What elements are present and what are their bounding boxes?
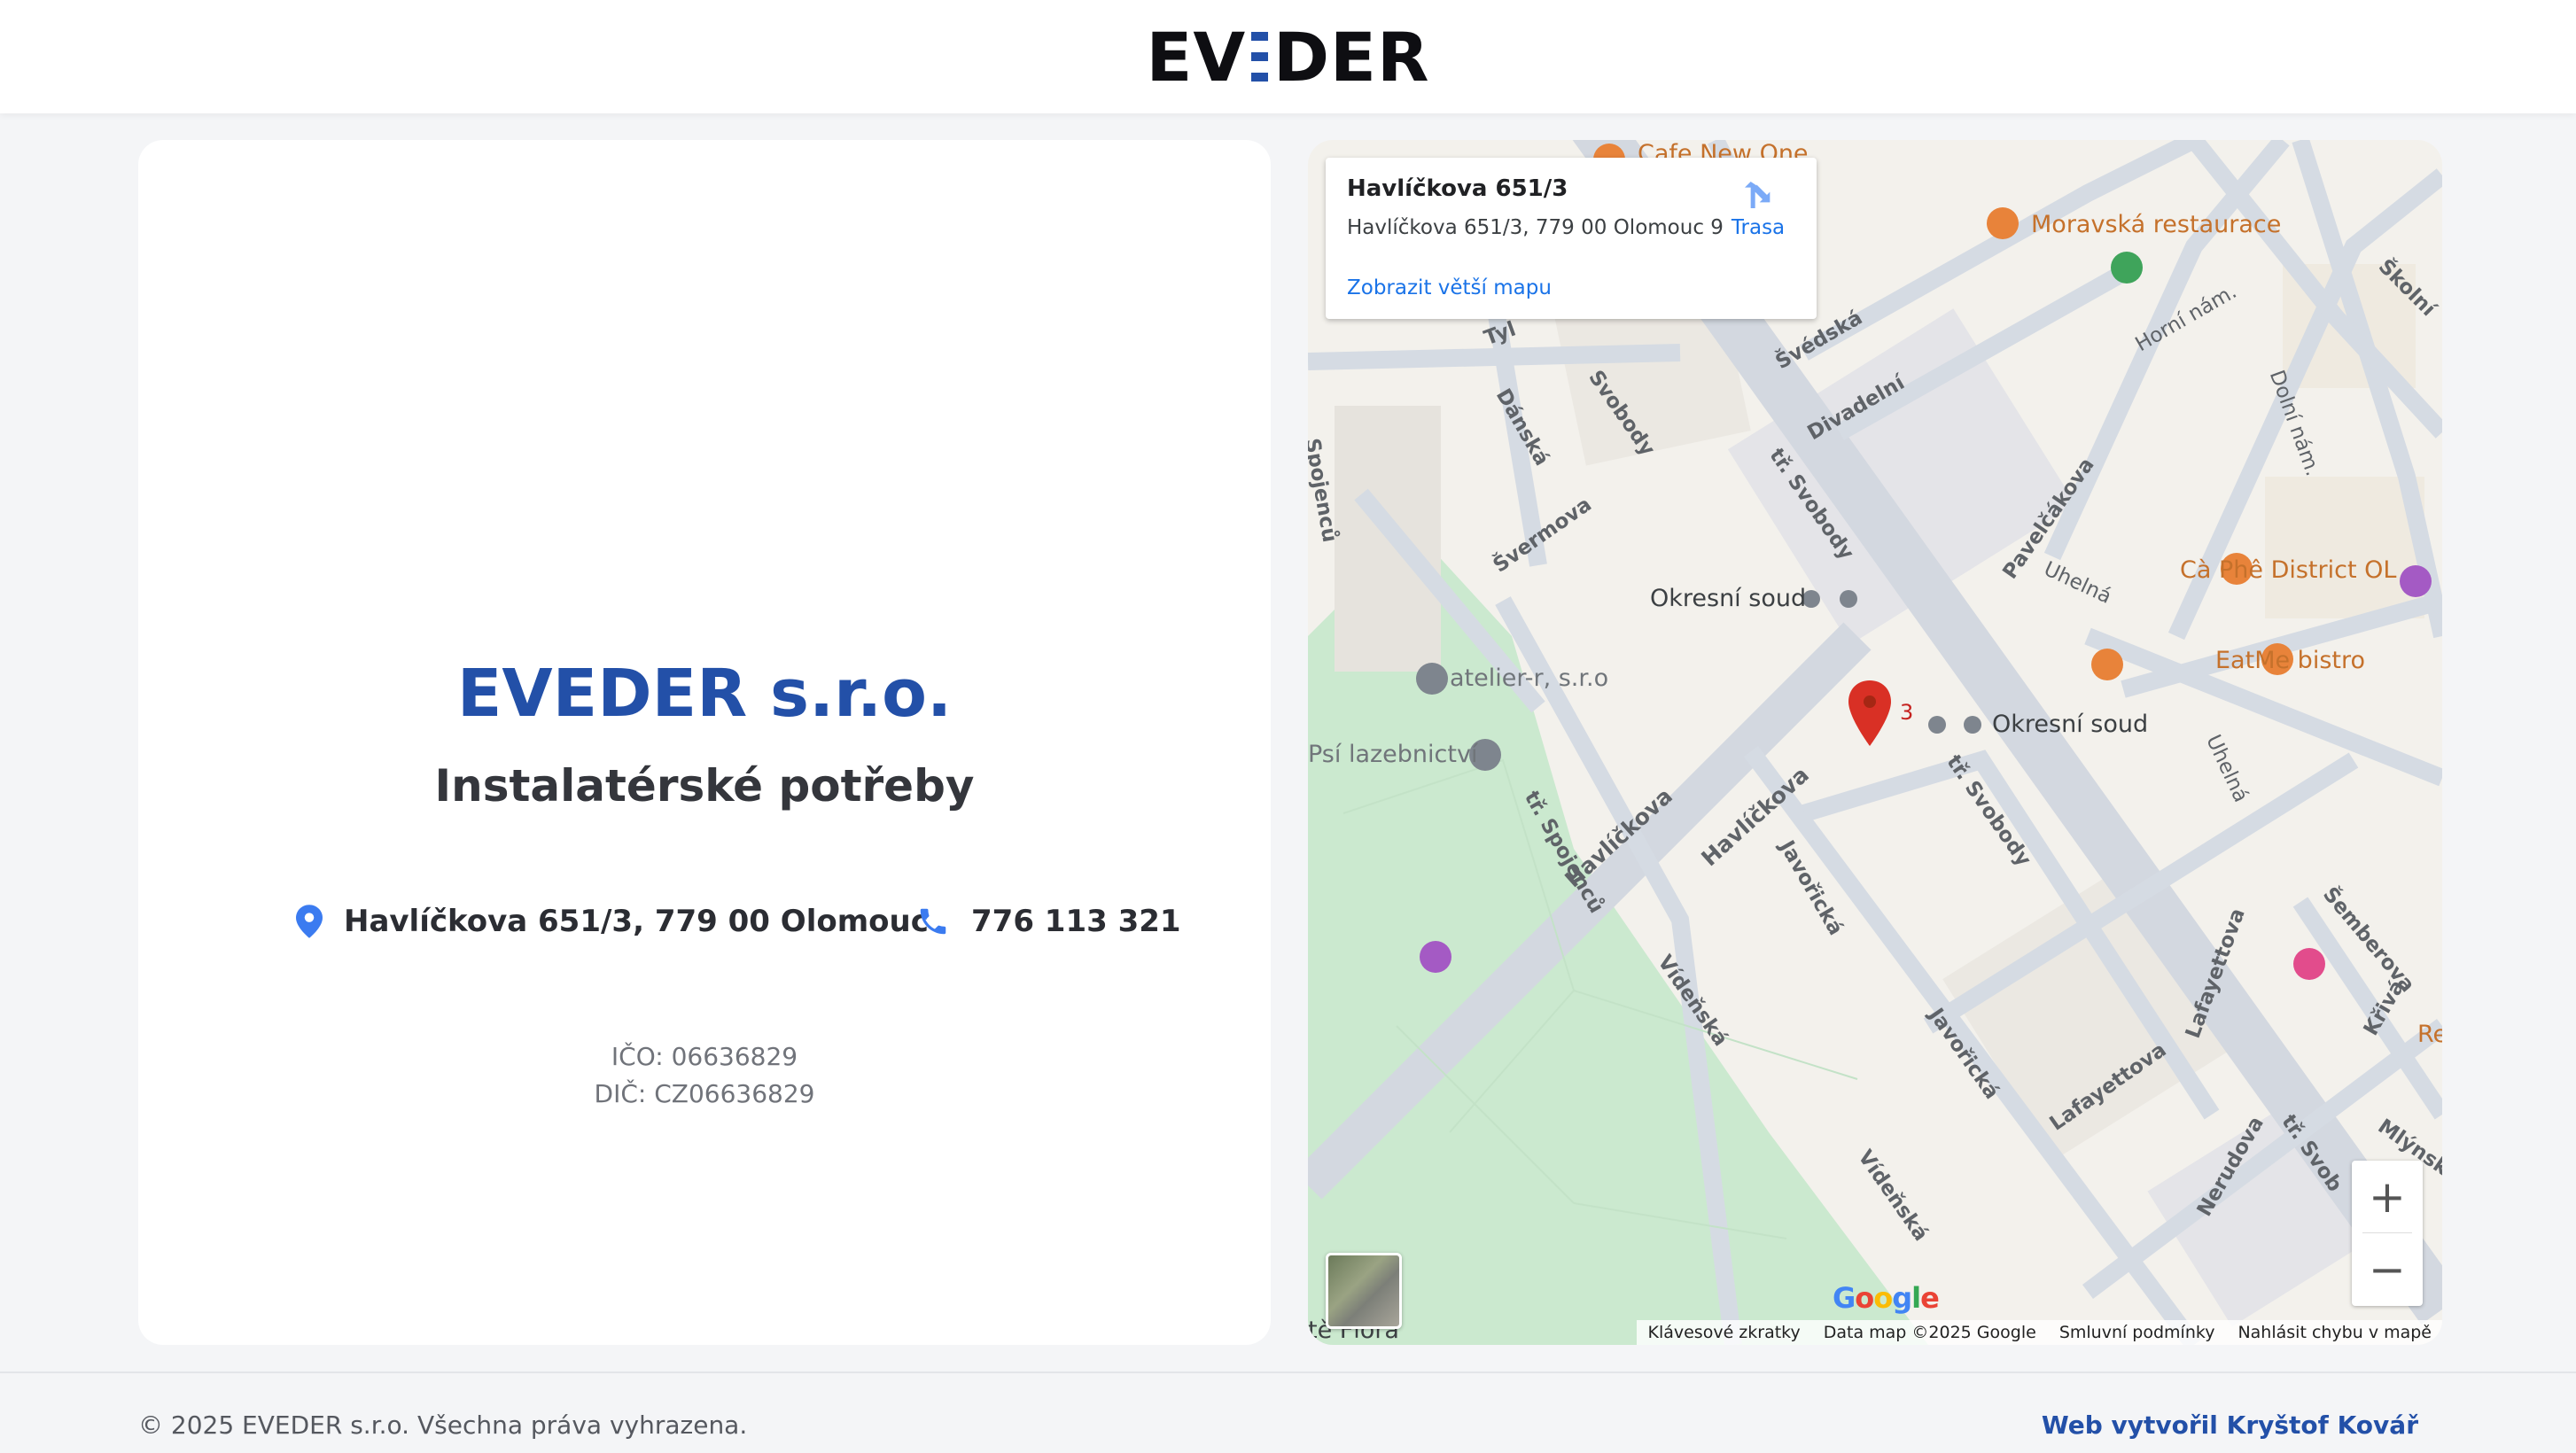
satellite-toggle-button[interactable]: [1326, 1253, 1402, 1329]
company-ids: IČO: 06636829 DIČ: CZ06636829: [138, 1038, 1271, 1113]
poi-label[interactable]: Moravská restaurace: [2031, 211, 2281, 238]
marker-label: 3: [1900, 700, 1914, 725]
company-info-card: EVEDER s.r.o. Instalatérské potřeby Havl…: [138, 140, 1271, 1345]
phone-icon: [920, 908, 946, 935]
ico-text: IČO: 06636829: [611, 1042, 798, 1071]
author-credit-link[interactable]: Web vytvořil Kryštof Kovář: [2042, 1410, 2418, 1440]
company-tagline: Instalatérské potřeby: [434, 760, 975, 812]
logo-text-start: EV: [1146, 17, 1247, 97]
logo-text-end: DER: [1272, 17, 1430, 97]
site-logo[interactable]: EV DER: [1147, 16, 1430, 97]
poi-label[interactable]: EatMe bistro: [2215, 647, 2365, 674]
view-larger-map-link[interactable]: Zobrazit větší mapu: [1347, 276, 1552, 299]
directions-icon: [1745, 182, 1771, 208]
poi-label[interactable]: Okresní soud: [1650, 585, 1806, 612]
poi-label[interactable]: Cà Phê District OL: [2180, 556, 2396, 584]
google-logo: Google: [1833, 1281, 1940, 1315]
site-header: EV DER: [0, 0, 2576, 113]
site-footer: © 2025 EVEDER s.r.o. Všechna práva vyhra…: [0, 1371, 2576, 1453]
map-info-card: Havlíčkova 651/3 Havlíčkova 651/3, 779 0…: [1326, 158, 1817, 319]
location-pin-icon: [296, 905, 323, 938]
company-name: EVEDER s.r.o.: [456, 656, 953, 732]
logo-e-mark: [1251, 32, 1268, 82]
directions-button[interactable]: Trasa: [1723, 177, 1794, 239]
phone-text: 776 113 321: [971, 904, 1181, 939]
terms-link[interactable]: Smluvní podmínky: [2059, 1323, 2215, 1342]
info-card-address: Havlíčkova 651/3, 779 00 Olomouc 9: [1347, 216, 1724, 239]
zoom-out-button[interactable]: −: [2352, 1233, 2423, 1306]
poi-label[interactable]: atelier-r, s.r.o: [1450, 664, 1608, 692]
report-error-link[interactable]: Nahlásit chybu v mapě: [2237, 1323, 2432, 1342]
directions-label: Trasa: [1731, 216, 1786, 239]
poi-label[interactable]: Re: [2417, 1021, 2442, 1048]
google-map[interactable]: Cafe New One Moravská restaurace Okresní…: [1308, 140, 2442, 1345]
copyright-text: © 2025 EVEDER s.r.o. Všechna práva vyhra…: [138, 1410, 748, 1440]
location-marker-icon: [1848, 680, 1891, 746]
zoom-in-button[interactable]: +: [2352, 1161, 2423, 1233]
dic-text: DIČ: CZ06636829: [594, 1079, 815, 1108]
address-text: Havlíčkova 651/3, 779 00 Olomouc: [344, 904, 929, 939]
poi-label[interactable]: Okresní soud: [1992, 711, 2148, 738]
info-card-title: Havlíčkova 651/3: [1347, 175, 1568, 202]
map-data-text: Data map ©2025 Google: [1823, 1323, 2036, 1342]
zoom-divider: [2362, 1232, 2412, 1233]
poi-label[interactable]: Psí lazebnictví: [1308, 741, 1477, 768]
keyboard-shortcuts-link[interactable]: Klávesové zkratky: [1647, 1323, 1800, 1342]
phone-item[interactable]: 776 113 321: [916, 904, 1181, 939]
zoom-control: + −: [2352, 1161, 2423, 1306]
map-attribution-bar: Klávesové zkratky Data map ©2025 Google …: [1637, 1320, 2442, 1345]
address-item: Havlíčkova 651/3, 779 00 Olomouc: [296, 904, 929, 939]
